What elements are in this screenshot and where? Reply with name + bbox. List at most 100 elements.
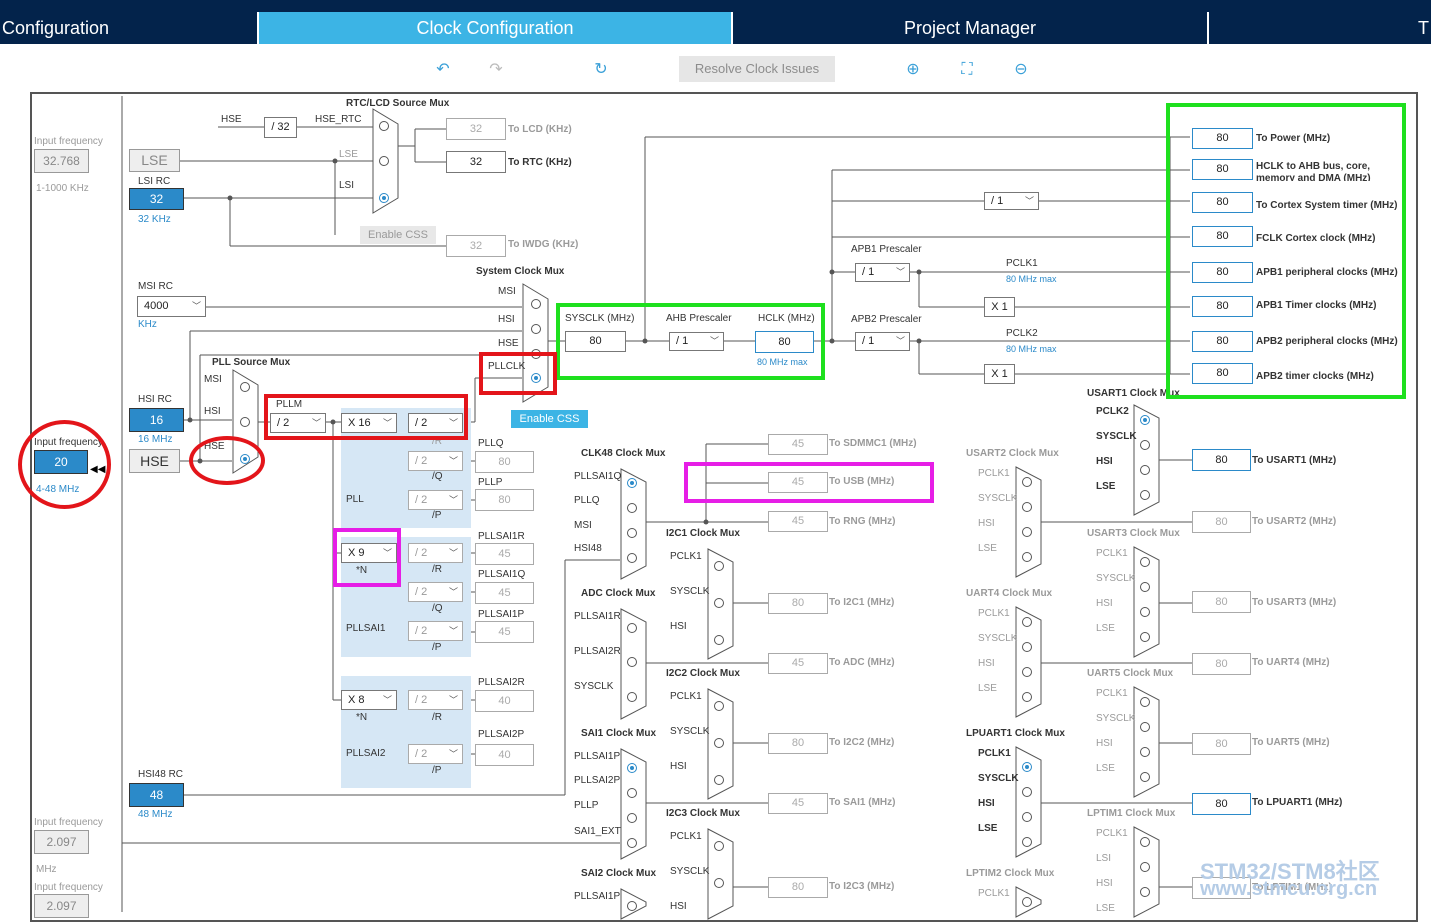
usart2-mux-title: USART2 Clock Mux bbox=[966, 448, 1059, 459]
usart1-mux-radio-4[interactable] bbox=[1140, 490, 1150, 500]
apb1-timer-multiplier: X 1 bbox=[984, 297, 1015, 317]
lptim1-mux-radio-1[interactable] bbox=[1140, 837, 1150, 847]
usart3-in3: HSI bbox=[1096, 598, 1113, 609]
sai2-ext-frequency-input[interactable]: 2.097 bbox=[34, 894, 89, 918]
i2c1-mux-radio-2[interactable] bbox=[714, 598, 724, 608]
usart3-mux-radio-4[interactable] bbox=[1140, 632, 1150, 642]
chevron-down-icon: ﹀ bbox=[448, 749, 458, 759]
i2c2-clock-label: To I2C2 (MHz) bbox=[829, 737, 895, 748]
pll-mux-msi-radio[interactable] bbox=[240, 382, 250, 392]
enable-css-button[interactable]: Enable CSS bbox=[511, 410, 588, 428]
lcd-clock-label: To LCD (KHz) bbox=[508, 124, 572, 135]
i2c3-in2: SYSCLK bbox=[670, 866, 710, 877]
i2c2-mux-radio-2[interactable] bbox=[714, 738, 724, 748]
sai1-mux-radio-1[interactable] bbox=[627, 763, 637, 773]
pllsai1r-select[interactable]: / 2 ﹀ bbox=[408, 543, 463, 563]
uart5-mux-radio-1[interactable] bbox=[1140, 697, 1150, 707]
i2c1-clock-value: 80 bbox=[768, 593, 828, 614]
i2c2-mux-radio-1[interactable] bbox=[714, 701, 724, 711]
hse-oscillator[interactable]: HSE bbox=[129, 449, 180, 473]
i2c3-mux-radio-1[interactable] bbox=[714, 841, 724, 851]
uart5-mux-radio-3[interactable] bbox=[1140, 747, 1150, 757]
pllsai1q-select[interactable]: / 2 ﹀ bbox=[408, 582, 463, 602]
usart3-mux-radio-1[interactable] bbox=[1140, 557, 1150, 567]
uart5-clock-value: 80 bbox=[1192, 733, 1251, 755]
clk48-mux-radio-4[interactable] bbox=[627, 553, 637, 563]
apb2-prescaler-select[interactable]: / 1 ﹀ bbox=[855, 332, 910, 351]
lse-oscillator[interactable]: LSE bbox=[129, 149, 180, 172]
pllsai1q-value: / 2 bbox=[415, 586, 428, 598]
lpuart1-mux-radio-3[interactable] bbox=[1022, 812, 1032, 822]
usart3-mux-radio-3[interactable] bbox=[1140, 607, 1150, 617]
adc-mux-radio-1[interactable] bbox=[627, 623, 637, 633]
pllsai1p-select[interactable]: / 2 ﹀ bbox=[408, 621, 463, 641]
pllq-select[interactable]: / 2 ﹀ bbox=[408, 451, 463, 471]
i2c1-mux-radio-3[interactable] bbox=[714, 635, 724, 645]
uart4-clock-label: To UART4 (MHz) bbox=[1252, 657, 1330, 668]
i2c2-mux-radio-3[interactable] bbox=[714, 775, 724, 785]
uart5-in4: LSE bbox=[1096, 763, 1115, 774]
i2c1-in3: HSI bbox=[670, 621, 687, 632]
lse-frequency-input[interactable]: 32.768 bbox=[34, 149, 89, 173]
sai1-mux-radio-2[interactable] bbox=[627, 788, 637, 798]
adc-mux-radio-3[interactable] bbox=[627, 692, 637, 702]
lptim1-mux-radio-2[interactable] bbox=[1140, 862, 1150, 872]
sdmmc1-clock-label: To SDMMC1 (MHz) bbox=[829, 438, 917, 449]
sysmux-hsi-radio[interactable] bbox=[531, 324, 541, 334]
pllsai2r-select[interactable]: / 2 ﹀ bbox=[408, 690, 463, 710]
sai2-mux-radio-1[interactable] bbox=[627, 901, 637, 911]
pllsai2p-value: / 2 bbox=[415, 748, 428, 760]
lpuart1-mux-radio-4[interactable] bbox=[1022, 837, 1032, 847]
i2c1-mux-radio-1[interactable] bbox=[714, 561, 724, 571]
pllsai1q-output-value: 45 bbox=[475, 582, 534, 604]
usart3-mux-radio-2[interactable] bbox=[1140, 582, 1150, 592]
pllsai2r-sub-label: /R bbox=[432, 712, 442, 723]
clk48-in3: MSI bbox=[574, 520, 592, 531]
usart1-mux-radio-2[interactable] bbox=[1140, 440, 1150, 450]
sai1-ext-frequency-input[interactable]: 2.097 bbox=[34, 830, 89, 854]
lptim1-mux-radio-3[interactable] bbox=[1140, 887, 1150, 897]
uart4-mux-radio-4[interactable] bbox=[1022, 692, 1032, 702]
clk48-mux-radio-1[interactable] bbox=[627, 478, 637, 488]
uart5-mux-radio-4[interactable] bbox=[1140, 772, 1150, 782]
i2c3-mux-radio-2[interactable] bbox=[714, 878, 724, 888]
usart2-mux-radio-2[interactable] bbox=[1022, 502, 1032, 512]
apb2-timer-multiplier: X 1 bbox=[984, 364, 1015, 384]
msi-frequency-select[interactable]: 4000 ﹀ bbox=[137, 296, 206, 317]
sai1-mux-radio-4[interactable] bbox=[627, 838, 637, 848]
sysmux-msi-radio[interactable] bbox=[531, 299, 541, 309]
pllsai2-name-label: PLLSAI2 bbox=[346, 748, 386, 759]
lptim2-mux-radio-1[interactable] bbox=[1022, 897, 1032, 907]
rtc-mux-lse-radio[interactable] bbox=[379, 156, 389, 166]
usart2-mux-radio-1[interactable] bbox=[1022, 477, 1032, 487]
usart1-mux-radio-3[interactable] bbox=[1140, 465, 1150, 475]
cortex-timer-divider-select[interactable]: / 1 ﹀ bbox=[984, 192, 1039, 210]
rtc-mux-lsi-radio[interactable] bbox=[379, 193, 389, 203]
usart2-mux-radio-3[interactable] bbox=[1022, 527, 1032, 537]
sai1-mux-title: SAI1 Clock Mux bbox=[581, 728, 657, 739]
pllsai2n-sub-label: *N bbox=[356, 712, 368, 723]
sai1-mux-radio-3[interactable] bbox=[627, 813, 637, 823]
apb1-prescaler-select[interactable]: / 1 ﹀ bbox=[855, 263, 910, 282]
clk48-mux-radio-2[interactable] bbox=[627, 503, 637, 513]
adc-mux-radio-2[interactable] bbox=[627, 657, 637, 667]
lpuart1-mux-radio-1[interactable] bbox=[1022, 762, 1032, 772]
rtc-mux-hse-radio[interactable] bbox=[379, 121, 389, 131]
pllq-output-value: 80 bbox=[475, 451, 534, 473]
uart4-mux-radio-2[interactable] bbox=[1022, 642, 1032, 652]
clk48-mux-radio-3[interactable] bbox=[627, 528, 637, 538]
usart2-in1: PCLK1 bbox=[978, 468, 1010, 479]
pllsai2r-value: / 2 bbox=[415, 694, 428, 706]
lpuart1-mux-radio-2[interactable] bbox=[1022, 787, 1032, 797]
rtc-enable-css-button[interactable]: Enable CSS bbox=[360, 226, 436, 244]
rng-clock-value: 45 bbox=[768, 511, 828, 532]
pllsai2n-select[interactable]: X 8 ﹀ bbox=[341, 690, 397, 710]
usart1-mux-radio-1[interactable] bbox=[1140, 415, 1150, 425]
uart5-mux-radio-2[interactable] bbox=[1140, 722, 1150, 732]
usart2-mux-radio-4[interactable] bbox=[1022, 552, 1032, 562]
pllsai2p-select[interactable]: / 2 ﹀ bbox=[408, 744, 463, 764]
pllp-select[interactable]: / 2 ﹀ bbox=[408, 490, 463, 510]
pll-mux-hsi-radio[interactable] bbox=[240, 417, 250, 427]
uart4-mux-radio-1[interactable] bbox=[1022, 617, 1032, 627]
uart4-mux-radio-3[interactable] bbox=[1022, 667, 1032, 677]
